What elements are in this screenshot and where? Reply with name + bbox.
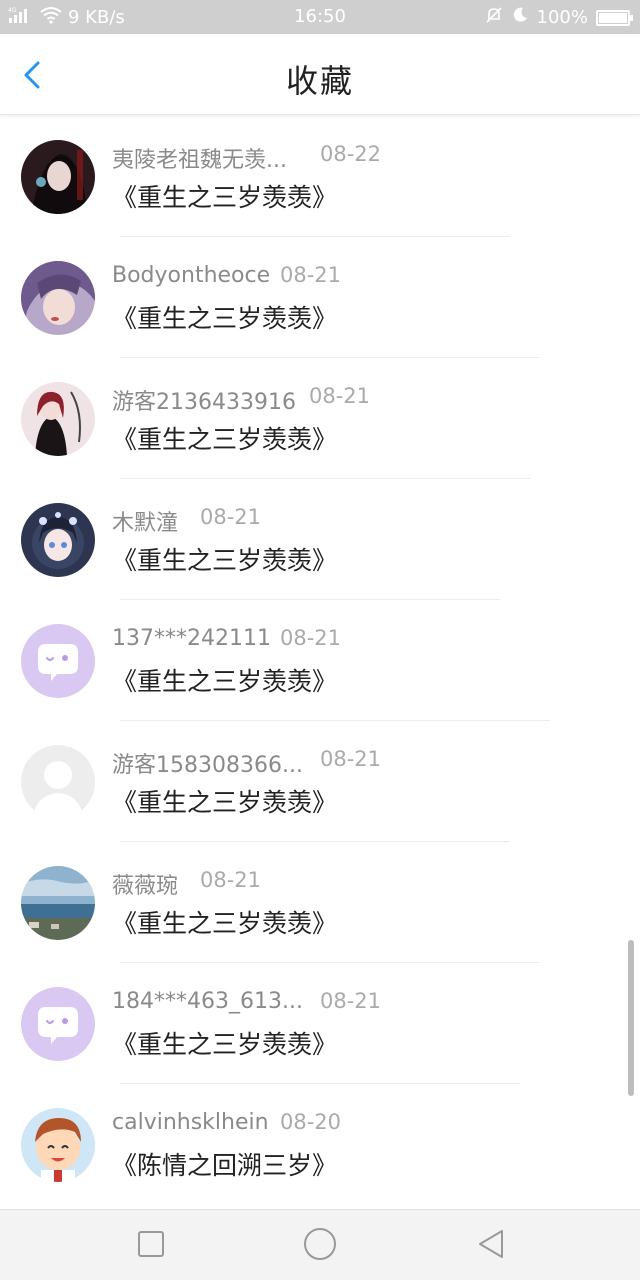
favorite-row[interactable]: Bodyontheoce 08-21 《重生之三岁羡羡》 — [0, 237, 640, 358]
page-title: 收藏 — [285, 62, 354, 100]
home-circle-icon — [304, 1228, 336, 1260]
user-name: 木默潼 — [112, 511, 179, 536]
app-header: 收藏 — [0, 34, 640, 115]
user-name: 薇薇琬 — [112, 874, 179, 899]
home-button[interactable] — [302, 1226, 338, 1262]
moon-icon — [511, 6, 529, 29]
date-label: 08-21 — [200, 505, 262, 529]
user-name: 游客158308366... — [112, 753, 303, 778]
user-name: 184***463_613... — [112, 989, 303, 1014]
avatar[interactable] — [21, 745, 95, 819]
user-name: 137***242111 — [112, 626, 271, 651]
user-name: 夷陵老祖魏无羡... — [112, 148, 287, 173]
story-title[interactable]: 《重生之三岁羡羡》 — [112, 541, 337, 577]
recents-button[interactable] — [133, 1226, 169, 1262]
favorite-row[interactable]: 游客2136433916 08-21 《重生之三岁羡羡》 — [0, 358, 640, 479]
battery-fill — [599, 12, 627, 23]
battery-icon — [596, 9, 633, 26]
battery-text: 100% — [536, 7, 588, 28]
avatar[interactable] — [21, 140, 95, 214]
recents-square-icon — [138, 1231, 164, 1257]
date-label: 08-21 — [320, 747, 382, 771]
date-label: 08-20 — [280, 1110, 342, 1134]
back-triangle-icon — [479, 1230, 503, 1258]
favorite-row[interactable]: 游客158308366... 08-21 《重生之三岁羡羡》 — [0, 721, 640, 842]
date-label: 08-22 — [320, 142, 382, 166]
favorite-row[interactable]: 薇薇琬 08-21 《重生之三岁羡羡》 — [0, 842, 640, 963]
favorite-row[interactable]: 木默潼 08-21 《重生之三岁羡羡》 — [0, 479, 640, 600]
avatar[interactable] — [21, 987, 95, 1061]
status-bar: 4G 9 KB/s 16:50 100% — [0, 0, 640, 34]
mute-bell-icon — [485, 6, 503, 29]
story-title[interactable]: 《重生之三岁羡羡》 — [112, 420, 337, 456]
story-title[interactable]: 《陈情之回溯三岁》 — [112, 1146, 337, 1182]
avatar[interactable] — [21, 1108, 95, 1182]
date-label: 08-21 — [200, 868, 262, 892]
date-label: 08-21 — [309, 384, 371, 408]
avatar[interactable] — [21, 503, 95, 577]
avatar[interactable] — [21, 624, 95, 698]
story-title[interactable]: 《重生之三岁羡羡》 — [112, 299, 337, 335]
story-title[interactable]: 《重生之三岁羡羡》 — [112, 178, 337, 214]
nav-back-button[interactable] — [474, 1226, 510, 1262]
date-label: 08-21 — [280, 263, 342, 287]
user-name: Bodyontheoce — [112, 263, 271, 288]
story-title[interactable]: 《重生之三岁羡羡》 — [112, 1025, 337, 1061]
favorite-row[interactable]: 137***242111 08-21 《重生之三岁羡羡》 — [0, 600, 640, 721]
story-title[interactable]: 《重生之三岁羡羡》 — [112, 904, 337, 940]
user-name: calvinhsklhein — [112, 1110, 269, 1135]
favorites-list: 夷陵老祖魏无羡... 08-22 《重生之三岁羡羡》 Bodyontheoce 08-… — [0, 116, 640, 1205]
status-right: 100% — [485, 6, 633, 29]
avatar[interactable] — [21, 866, 95, 940]
favorite-row[interactable]: calvinhsklhein 08-20 《陈情之回溯三岁》 — [0, 1084, 640, 1205]
avatar[interactable] — [21, 382, 95, 456]
user-name: 游客2136433916 — [112, 390, 296, 415]
avatar[interactable] — [21, 261, 95, 335]
story-title[interactable]: 《重生之三岁羡羡》 — [112, 662, 337, 698]
favorite-row[interactable]: 184***463_613... 08-21 《重生之三岁羡羡》 — [0, 963, 640, 1084]
date-label: 08-21 — [280, 626, 342, 650]
system-nav-bar — [0, 1209, 640, 1280]
date-label: 08-21 — [320, 989, 382, 1013]
scrollbar[interactable] — [628, 940, 634, 1096]
story-title[interactable]: 《重生之三岁羡羡》 — [112, 783, 337, 819]
favorite-row[interactable]: 夷陵老祖魏无羡... 08-22 《重生之三岁羡羡》 — [0, 116, 640, 237]
